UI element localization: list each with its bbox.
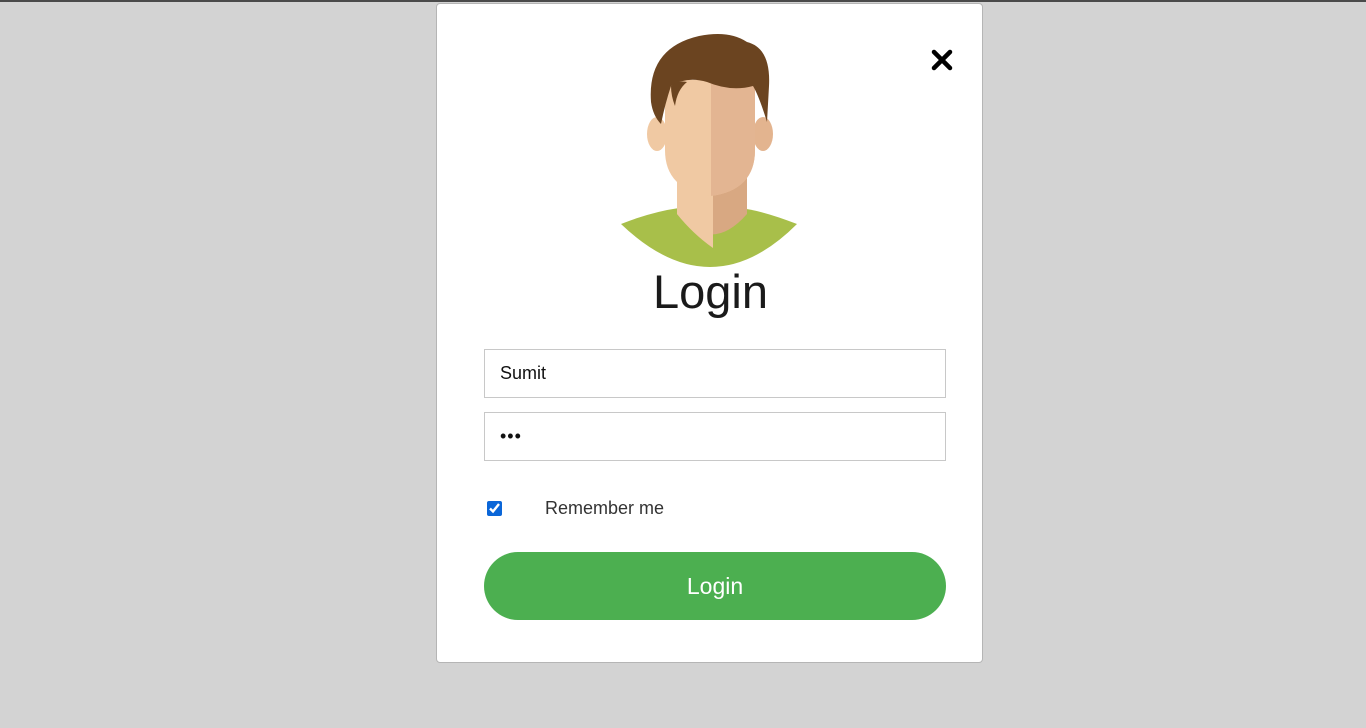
password-input[interactable] [484,412,946,461]
remember-me-row: Remember me [487,497,664,519]
login-title: Login [653,265,768,318]
user-avatar-icon [621,34,797,267]
remember-me-checkbox[interactable] [487,500,502,516]
username-input[interactable] [484,349,946,398]
login-modal: Login Remember me Login [436,3,983,663]
remember-me-label[interactable]: Remember me [545,498,664,519]
window-top-border [0,0,1366,2]
close-icon[interactable] [930,48,954,72]
login-button[interactable]: Login [484,552,946,620]
